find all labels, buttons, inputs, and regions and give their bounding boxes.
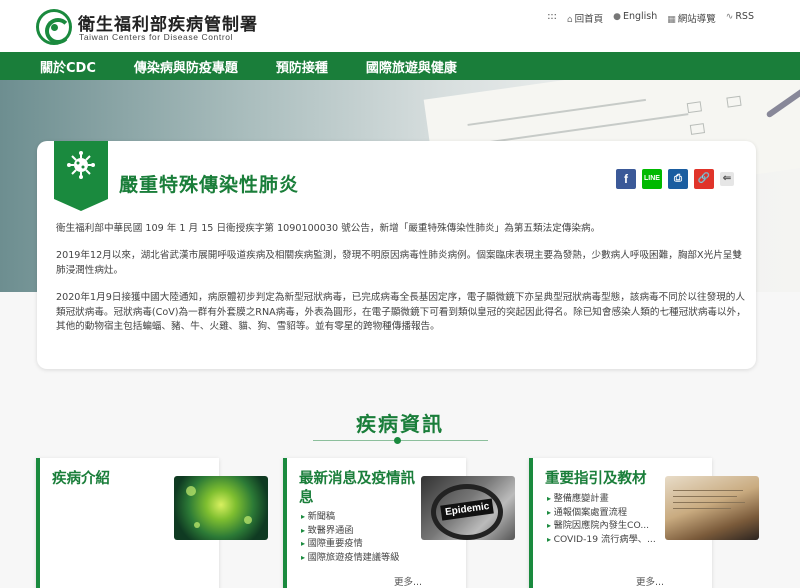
list-item[interactable]: COVID-19 流行病學、... bbox=[547, 533, 656, 547]
disease-badge bbox=[54, 141, 108, 211]
home-icon: ⌂ bbox=[566, 15, 573, 25]
sitemap-icon: ▦ bbox=[667, 15, 676, 25]
more-link[interactable]: 更多... bbox=[394, 574, 422, 588]
guidelines-card: 重要指引及教材 整備應變計畫 通報個案處置流程 醫院因應院內發生CO... CO… bbox=[529, 458, 759, 588]
english-link[interactable]: ● English bbox=[613, 11, 657, 25]
nav-item-vaccination[interactable]: 預防接種 bbox=[276, 57, 328, 76]
section-divider-dot bbox=[394, 437, 401, 444]
news-list: 新聞稿 致醫界通函 國際重要疫情 國際旅遊疫情建議等級 bbox=[301, 510, 400, 565]
site-header: 衛生福利部疾病管制署 Taiwan Centers for Disease Co… bbox=[0, 0, 800, 52]
print-icon[interactable]: ⎙ bbox=[668, 169, 688, 189]
nav-item-about[interactable]: 關於CDC bbox=[40, 57, 96, 76]
main-nav: 關於CDC 傳染病與防疫專題 預防接種 國際旅遊與健康 bbox=[0, 52, 800, 80]
list-item[interactable]: 致醫界通函 bbox=[301, 524, 399, 538]
guidelines-list: 整備應變計畫 通報個案處置流程 醫院因應院內發生CO... COVID-19 流… bbox=[547, 492, 656, 546]
page-title: 嚴重特殊傳染性肺炎 bbox=[119, 174, 300, 196]
accesskey-link[interactable]: ::: bbox=[547, 11, 557, 25]
list-item[interactable]: 新聞稿 bbox=[301, 510, 399, 524]
list-item[interactable]: 國際重要疫情 bbox=[301, 537, 399, 551]
card-title[interactable]: 最新消息及疫情訊息 bbox=[299, 470, 419, 508]
list-item[interactable]: 醫院因應院內發生CO... bbox=[547, 519, 656, 533]
list-item[interactable]: 整備應變計畫 bbox=[547, 492, 656, 506]
card-title[interactable]: 重要指引及教材 bbox=[545, 470, 665, 489]
disease-intro-card[interactable]: 疾病介紹 bbox=[36, 458, 268, 588]
home-link[interactable]: ⌂ 回首頁 bbox=[567, 11, 603, 25]
card-title[interactable]: 疾病介紹 bbox=[52, 470, 172, 489]
epidemic-image: Epidemic bbox=[421, 476, 515, 540]
copy-link-icon[interactable]: 🔗 bbox=[694, 169, 714, 189]
rss-icon: ∿ bbox=[725, 12, 734, 22]
facebook-share-icon[interactable]: f bbox=[616, 169, 636, 189]
sitemap-link[interactable]: ▦ 網站導覽 bbox=[667, 11, 716, 25]
virus-icon bbox=[67, 151, 95, 179]
globe-icon: ● bbox=[613, 12, 621, 22]
line-share-icon[interactable]: LINE bbox=[642, 169, 662, 189]
virus-cell-image bbox=[174, 476, 268, 540]
nav-item-diseases[interactable]: 傳染病與防疫專題 bbox=[134, 57, 238, 76]
book-image bbox=[665, 476, 759, 540]
rss-link[interactable]: ∿ RSS bbox=[726, 11, 754, 25]
cdc-logo-icon[interactable] bbox=[36, 9, 72, 45]
article-paragraph: 2019年12月以來，湖北省武漢市展開呼吸道疾病及相關疾病監測，發現不明原因病毒… bbox=[56, 250, 742, 276]
section-title: 疾病資訊 bbox=[356, 412, 444, 436]
back-arrow-icon[interactable]: ⇐ bbox=[720, 172, 734, 186]
article-card: 嚴重特殊傳染性肺炎 f LINE ⎙ 🔗 ⇐ 衛生福利部中華民國 109 年 1… bbox=[37, 141, 756, 369]
top-links: ::: ⌂ 回首頁 ● English ▦ 網站導覽 ∿ RSS bbox=[547, 11, 754, 25]
more-link[interactable]: 更多... bbox=[636, 574, 664, 588]
list-item[interactable]: 通報個案處置流程 bbox=[547, 506, 656, 520]
org-name-en[interactable]: Taiwan Centers for Disease Control bbox=[79, 32, 233, 42]
news-card: 最新消息及疫情訊息 Epidemic 新聞稿 致醫界通函 國際重要疫情 國際旅遊… bbox=[283, 458, 515, 588]
list-item[interactable]: 國際旅遊疫情建議等級 bbox=[301, 551, 400, 565]
article-paragraph: 衛生福利部中華民國 109 年 1 月 15 日衛授疾字第 1090100030… bbox=[56, 223, 601, 234]
article-paragraph: 2020年1月9日接獲中國大陸通知，病原體初步判定為新型冠狀病毒，已完成病毒全長… bbox=[56, 292, 746, 332]
nav-item-travel[interactable]: 國際旅遊與健康 bbox=[366, 57, 457, 76]
